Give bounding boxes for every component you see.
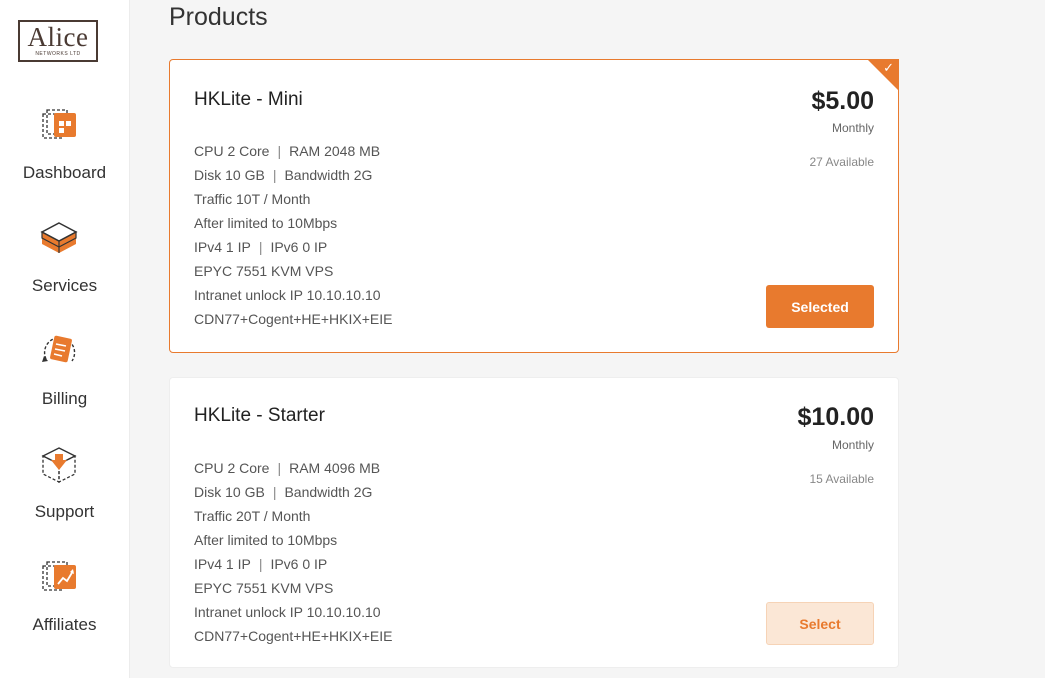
spec-network: CDN77+Cogent+HE+HKIX+EIE (194, 311, 393, 327)
spec-ipv4: IPv4 1 IP (194, 556, 251, 572)
spec-limit: After limited to 10Mbps (194, 215, 338, 231)
billing-icon (42, 335, 76, 363)
spec-line: Disk 10 GB | Bandwidth 2G (194, 163, 392, 187)
spec-separator: | (277, 143, 282, 159)
spec-intranet: Intranet unlock IP 10.10.10.10 (194, 287, 381, 303)
nav-label-affiliates: Affiliates (32, 615, 97, 634)
nav-item-billing[interactable]: Billing (0, 331, 129, 427)
availability-count: 27 Available (809, 155, 875, 169)
spec-bandwidth: Bandwidth 2G (284, 167, 373, 183)
product-name: HKLite - Starter (194, 405, 325, 426)
nav-label-support: Support (34, 502, 95, 521)
check-icon: ✓ (883, 60, 894, 75)
spec-separator: | (258, 556, 263, 572)
selected-button[interactable]: Selected (766, 285, 874, 328)
spec-line: IPv4 1 IP | IPv6 0 IP (194, 552, 392, 576)
spec-separator: | (272, 167, 277, 183)
spec-platform: EPYC 7551 KVM VPS (194, 580, 334, 596)
spec-ram: RAM 4096 MB (289, 460, 381, 476)
spec-line: IPv4 1 IP | IPv6 0 IP (194, 235, 392, 259)
main-content: Products ✓ HKLite - Mini CPU 2 Core | RAM … (129, 0, 1045, 678)
spec-separator: | (277, 460, 282, 476)
product-name: HKLite - Mini (194, 89, 303, 110)
services-icon (40, 222, 78, 253)
spec-traffic: Traffic 10T / Month (194, 191, 311, 207)
spec-limit: After limited to 10Mbps (194, 532, 338, 548)
spec-ram: RAM 2048 MB (289, 143, 381, 159)
select-button[interactable]: Select (766, 602, 874, 645)
nav-item-services[interactable]: Services (0, 218, 129, 314)
nav-label-billing: Billing (41, 389, 88, 408)
nav-item-affiliates[interactable]: Affiliates (0, 557, 129, 653)
spec-line: CPU 2 Core | RAM 4096 MB (194, 456, 392, 480)
spec-intranet: Intranet unlock IP 10.10.10.10 (194, 604, 381, 620)
nav-item-support[interactable]: Support (0, 444, 129, 540)
nav-label-dashboard: Dashboard (22, 163, 107, 182)
nav-item-dashboard[interactable]: Dashboard (0, 105, 129, 201)
spec-cpu: CPU 2 Core (194, 143, 270, 159)
page-title: Products (169, 3, 268, 31)
billing-period: Monthly (831, 438, 874, 452)
spec-platform: EPYC 7551 KVM VPS (194, 263, 334, 279)
product-card-hklite-mini[interactable]: ✓ HKLite - Mini CPU 2 Core | RAM 2048 MB D… (169, 59, 899, 353)
product-specs: CPU 2 Core | RAM 2048 MB Disk 10 GB | Bandwi… (194, 139, 392, 331)
spec-separator: | (272, 484, 277, 500)
alice-logo[interactable]: Alice NETWORKS LTD (18, 20, 98, 62)
logo-name: Alice (27, 22, 89, 52)
nav-label-services: Services (31, 276, 98, 295)
spec-disk: Disk 10 GB (194, 484, 265, 500)
spec-ipv6: IPv6 0 IP (270, 239, 328, 255)
spec-disk: Disk 10 GB (194, 167, 265, 183)
spec-ipv4: IPv4 1 IP (194, 239, 251, 255)
dashboard-icon (42, 109, 76, 139)
product-price: $5.00 (811, 87, 874, 115)
spec-traffic: Traffic 20T / Month (194, 508, 311, 524)
affiliates-icon (42, 561, 76, 591)
product-card-hklite-starter[interactable]: HKLite - Starter CPU 2 Core | RAM 4096 MB … (169, 377, 899, 668)
support-icon (41, 447, 77, 484)
product-specs: CPU 2 Core | RAM 4096 MB Disk 10 GB | Bandwi… (194, 456, 392, 648)
spec-line: Disk 10 GB | Bandwidth 2G (194, 480, 392, 504)
spec-network: CDN77+Cogent+HE+HKIX+EIE (194, 628, 393, 644)
spec-line: CPU 2 Core | RAM 2048 MB (194, 139, 392, 163)
availability-count: 15 Available (809, 472, 875, 486)
spec-ipv6: IPv6 0 IP (270, 556, 328, 572)
sidebar: Alice NETWORKS LTD Dashboard Services Bi… (0, 0, 130, 678)
spec-cpu: CPU 2 Core (194, 460, 270, 476)
spec-bandwidth: Bandwidth 2G (284, 484, 373, 500)
billing-period: Monthly (831, 121, 874, 135)
product-price: $10.00 (797, 403, 874, 431)
spec-separator: | (258, 239, 263, 255)
